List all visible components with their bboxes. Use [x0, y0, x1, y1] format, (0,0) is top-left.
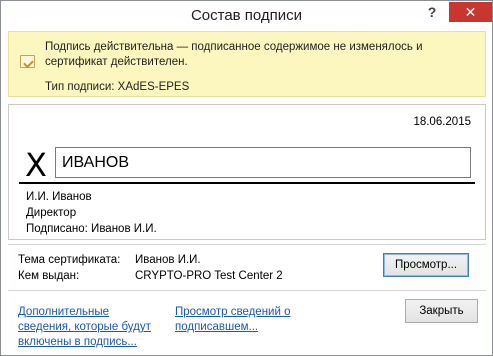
view-certificate-button[interactable]: Просмотр... [383, 253, 469, 277]
close-window-button[interactable]: ✕ [449, 2, 492, 22]
signed-by: Подписано: Иванов И.И. [26, 223, 157, 235]
signature-valid-icon [20, 55, 35, 68]
cert-issuer-value: CRYPTO-PRO Test Center 2 [135, 270, 283, 282]
divider [8, 290, 486, 291]
help-button[interactable]: ? [419, 2, 445, 22]
cert-subject-label: Тема сертификата: [18, 254, 121, 266]
view-certificate-label: Просмотр... [394, 259, 458, 271]
signature-x-mark: X [25, 146, 47, 184]
signer-info-link[interactable]: Просмотр сведений о подписавшем... [175, 305, 305, 335]
title-bar[interactable]: Состав подписи ? ✕ [1, 1, 492, 31]
cert-issuer-label: Кем выдан: [18, 270, 80, 282]
signer-name: И.И. Иванов [26, 191, 92, 203]
validity-infobar: Подпись действительна — подписанное соде… [8, 31, 486, 97]
signature-type: Тип подписи: XAdES-EPES [45, 81, 190, 93]
signature-details-dialog: Состав подписи ? ✕ Подпись действительна… [0, 0, 493, 356]
close-button[interactable]: Закрыть [405, 299, 478, 323]
signature-name-field: ИВАНОВ [55, 147, 471, 178]
cert-subject-value: Иванов И.И. [135, 254, 201, 266]
signer-title: Директор [26, 207, 77, 219]
signature-line-box: 18.06.2015 X ИВАНОВ И.И. Иванов Директор… [8, 104, 486, 240]
validity-message: Подпись действительна — подписанное соде… [45, 41, 423, 68]
divider [8, 244, 486, 245]
close-button-label: Закрыть [419, 305, 464, 317]
additional-info-link[interactable]: Дополнительные сведения, которые будут в… [18, 305, 163, 350]
signature-line [19, 182, 475, 184]
signature-date: 18.06.2015 [413, 116, 471, 128]
